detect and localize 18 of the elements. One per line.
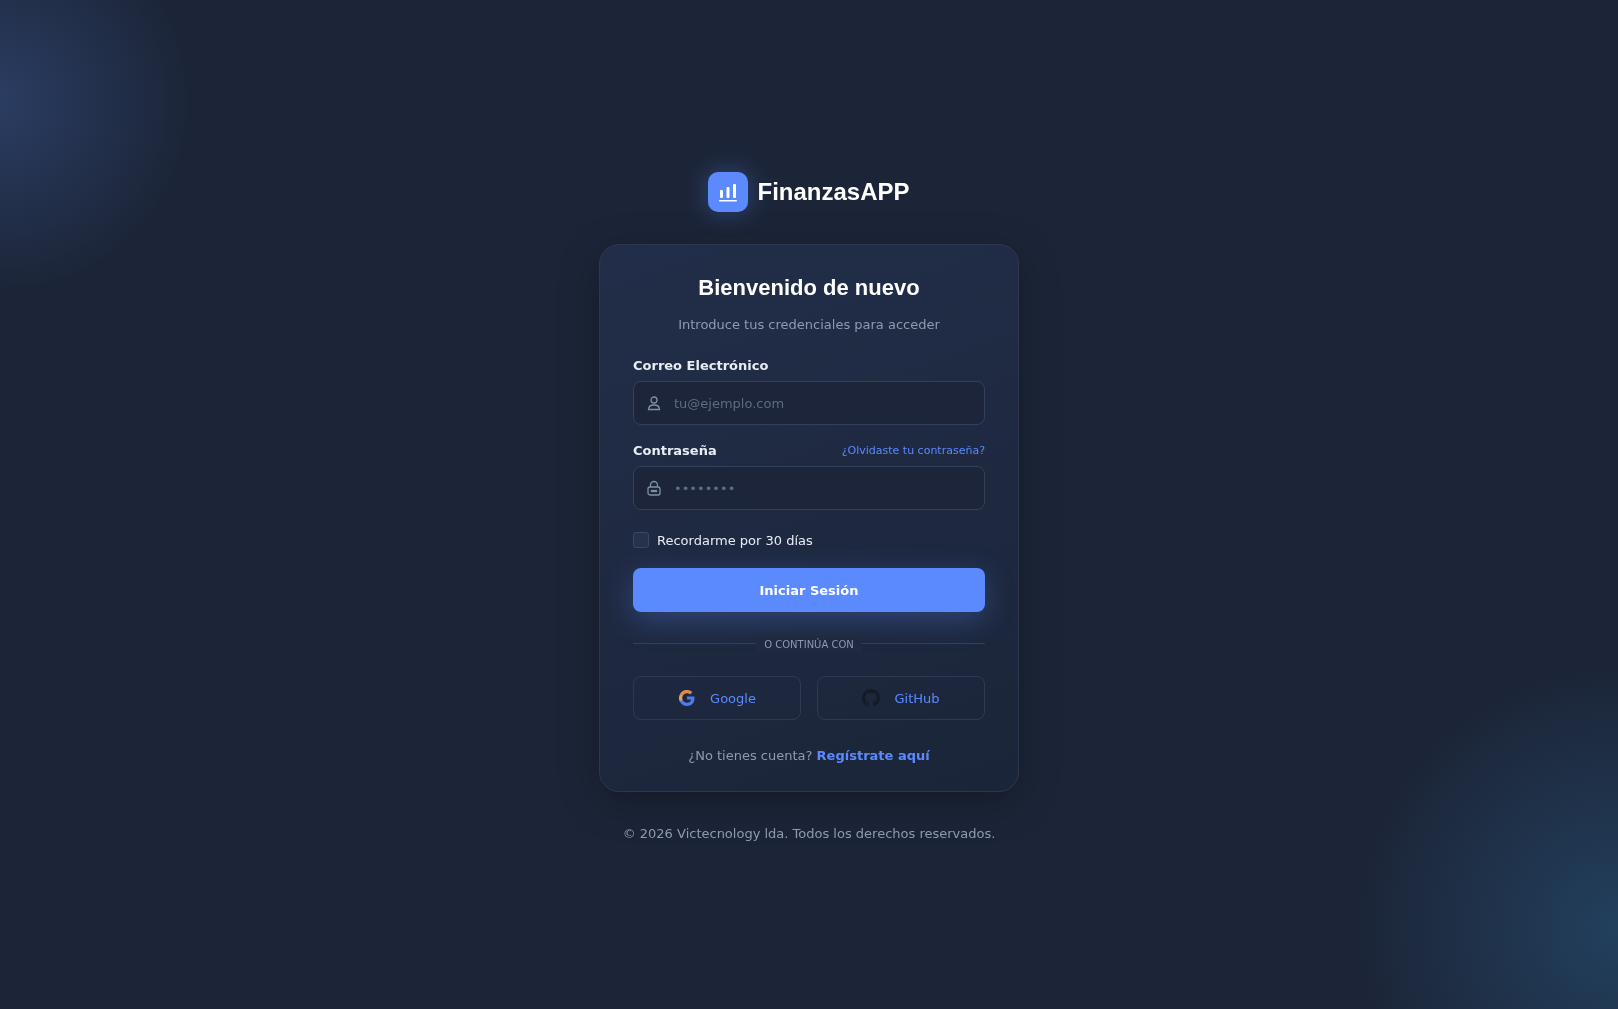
field-label: Correo Electrónico bbox=[633, 358, 769, 373]
forgot-password-link[interactable]: ¿Olvidaste tu contraseña? bbox=[841, 444, 985, 457]
app-name: FinanzasAPP bbox=[757, 178, 910, 206]
google-login-button[interactable]: Google bbox=[633, 676, 801, 720]
github-login-button[interactable]: GitHub bbox=[817, 676, 985, 720]
chart-logo-icon bbox=[708, 172, 749, 212]
login-button[interactable]: Iniciar Sesión bbox=[633, 568, 985, 612]
email-field[interactable]: tu@ejemplo.com bbox=[633, 381, 985, 425]
remember-label: Recordarme por 30 días bbox=[657, 532, 813, 548]
copyright-text: © 2026 Victecnology lda. Todos los derechos reservados. bbox=[622, 826, 996, 841]
password-field[interactable]: •••••••• bbox=[633, 466, 985, 510]
field-label: Contraseña bbox=[633, 443, 717, 458]
google-icon bbox=[678, 689, 697, 707]
card-subtitle: Introduce tus credenciales para acceder bbox=[678, 317, 940, 332]
card-title: Bienvenido de nuevo bbox=[698, 275, 920, 301]
signup-link[interactable]: Regístrate aquí bbox=[816, 748, 930, 763]
signup-prompt: ¿No tienes cuenta? Regístrate aquí bbox=[688, 748, 930, 763]
remember-checkbox[interactable] bbox=[633, 532, 649, 548]
